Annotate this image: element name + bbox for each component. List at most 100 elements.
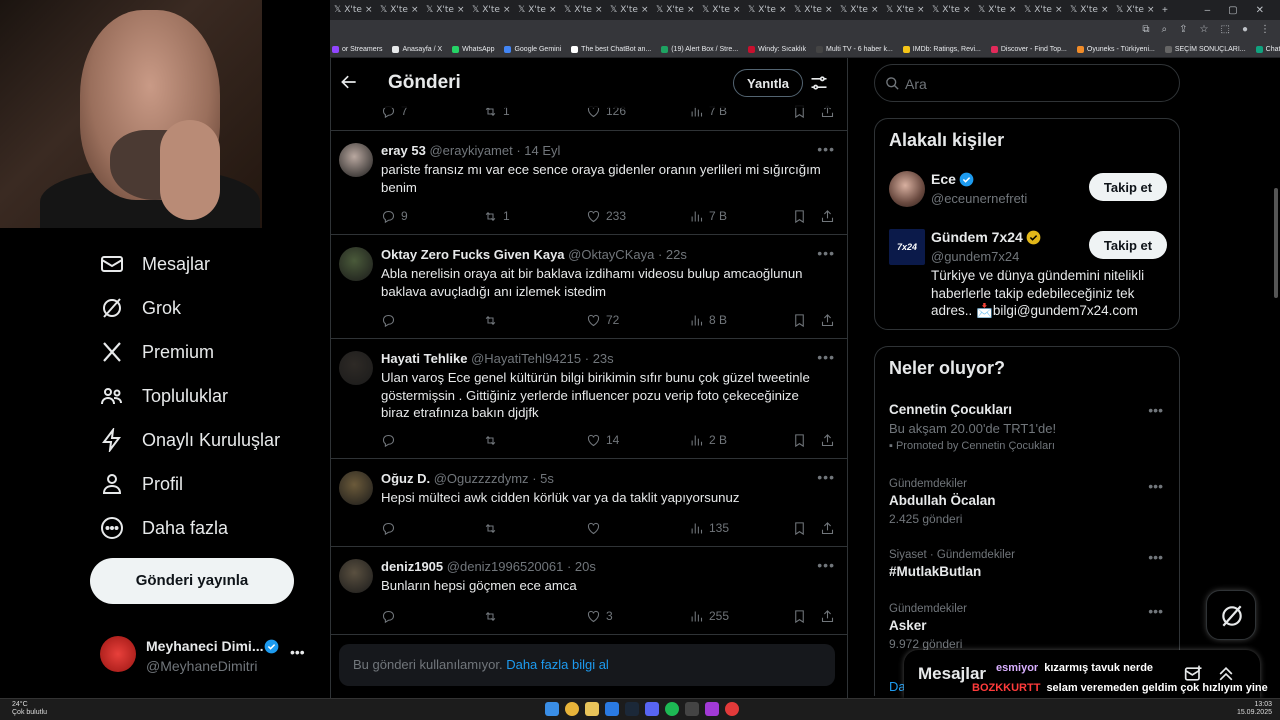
back-arrow-icon[interactable] — [339, 72, 359, 92]
tab-close-icon[interactable]: × — [1101, 5, 1109, 15]
share-action[interactable] — [820, 209, 835, 224]
expand-icon[interactable] — [1216, 664, 1236, 684]
browser-tab[interactable]: 𝕏 X'te × — [928, 5, 974, 15]
tweet-author-handle[interactable]: @deniz1996520061 — [447, 559, 564, 574]
browser-tab[interactable]: 𝕏 X'te × — [882, 5, 928, 15]
trend-more-icon[interactable]: ••• — [1148, 402, 1163, 418]
tweet-more-icon[interactable]: ••• — [817, 557, 835, 573]
nav-item-more[interactable]: Daha fazla — [100, 516, 228, 540]
share-action[interactable] — [820, 609, 835, 624]
browser-tab[interactable]: 𝕏 X'te × — [514, 5, 560, 15]
tab-close-icon[interactable]: × — [549, 5, 557, 15]
nav-item-premium[interactable]: Premium — [100, 340, 214, 364]
tab-close-icon[interactable]: × — [503, 5, 511, 15]
app-icon[interactable] — [605, 702, 619, 716]
tweet-time[interactable]: · 5s — [532, 471, 554, 486]
tweet-author-name[interactable]: Oktay Zero Fucks Given Kaya — [381, 247, 565, 262]
views-action[interactable]: 7 B — [689, 209, 727, 224]
bookmark-item[interactable]: IMDb: Ratings, Revi... — [902, 46, 981, 53]
tweet-author-name[interactable]: Oğuz D. — [381, 471, 430, 486]
avatar[interactable] — [339, 471, 373, 505]
close-icon[interactable]: ✕ — [1256, 5, 1264, 16]
browser-tab[interactable]: 𝕏 X'te × — [468, 5, 514, 15]
browser-tab[interactable]: 𝕏 X'te × — [422, 5, 468, 15]
browser-tab[interactable]: 𝕏 X'te × — [698, 5, 744, 15]
share-icon[interactable]: ⇪ — [1179, 24, 1187, 35]
profile-icon[interactable]: ● — [1242, 24, 1248, 35]
tab-close-icon[interactable]: × — [1147, 5, 1155, 15]
grok-floating-button[interactable] — [1206, 590, 1256, 640]
trend-more-icon[interactable]: ••• — [1148, 549, 1163, 565]
extensions-icon[interactable]: ⬚ — [1221, 24, 1230, 35]
reply-tweet[interactable]: Oğuz D. @Oguzzzzdymz · 5s ••• Hepsi mültec… — [331, 459, 847, 547]
browser-tab[interactable]: 𝕏 X'te × — [376, 5, 422, 15]
tweet-time[interactable]: · 22s — [658, 247, 687, 262]
menu-icon[interactable]: ⋮ — [1260, 24, 1270, 35]
bookmark-item[interactable]: Anasayfa / X — [392, 46, 442, 53]
bookmark-item[interactable]: Windy: Sıcaklık — [748, 46, 806, 53]
retweet-action[interactable] — [483, 433, 503, 448]
reply-tweet[interactable]: Oktay Zero Fucks Given Kaya @OktayCKaya … — [331, 235, 847, 339]
like-action[interactable]: 14 — [586, 433, 619, 448]
tab-close-icon[interactable]: × — [595, 5, 603, 15]
minimize-icon[interactable]: – — [1205, 5, 1211, 16]
app-icon[interactable] — [705, 702, 719, 716]
avatar[interactable] — [339, 143, 373, 177]
like-action[interactable]: 233 — [586, 209, 626, 224]
bookmark-item[interactable]: Multi TV - 6 haber k... — [816, 46, 893, 53]
trend-more-icon[interactable]: ••• — [1148, 603, 1163, 619]
weather-widget[interactable]: 24°C Çok bulutlu — [12, 701, 47, 717]
views-action[interactable]: 8 B — [689, 313, 727, 328]
maximize-icon[interactable]: ▢ — [1228, 5, 1237, 16]
app-icon[interactable] — [725, 702, 739, 716]
browser-tab[interactable]: 𝕏 X'te × — [1066, 5, 1112, 15]
tab-close-icon[interactable]: × — [457, 5, 465, 15]
tweet-author-name[interactable]: deniz1905 — [381, 559, 443, 574]
folder-icon[interactable] — [585, 702, 599, 716]
nav-item-messages[interactable]: Mesajlar — [100, 252, 210, 276]
tweet-author-handle[interactable]: @HayatiTehl94215 — [471, 351, 581, 366]
browser-tab[interactable]: 𝕏 X'te × — [1020, 5, 1066, 15]
nav-item-profile[interactable]: Profil — [100, 472, 183, 496]
nav-item-grok[interactable]: Grok — [100, 296, 181, 320]
tab-close-icon[interactable]: × — [825, 5, 833, 15]
tab-close-icon[interactable]: × — [779, 5, 787, 15]
tweet-more-icon[interactable]: ••• — [817, 469, 835, 485]
nav-item-verified-orgs[interactable]: Onaylı Kuruluşlar — [100, 428, 280, 452]
bookmark-action[interactable] — [792, 313, 807, 328]
bookmark-action[interactable] — [792, 609, 807, 624]
cast-icon[interactable]: ⧉ — [1142, 24, 1149, 35]
bookmark-action[interactable] — [792, 433, 807, 448]
reply-action[interactable] — [381, 313, 401, 328]
search-input[interactable]: Ara — [874, 64, 1180, 102]
bookmark-item[interactable]: WhatsApp — [452, 46, 494, 53]
tweet-more-icon[interactable]: ••• — [817, 141, 835, 157]
spotify-icon[interactable] — [665, 702, 679, 716]
tweet-more-icon[interactable]: ••• — [817, 349, 835, 365]
browser-tab[interactable]: 𝕏 X'te × — [1112, 5, 1158, 15]
tweet-time[interactable]: · 23s — [585, 351, 614, 366]
filter-icon[interactable] — [809, 73, 829, 93]
tweet-time[interactable]: · 14 Eyl — [516, 143, 560, 158]
like-action[interactable]: 72 — [586, 313, 619, 328]
browser-tab[interactable]: 𝕏 X'te × — [606, 5, 652, 15]
bookmark-item[interactable]: The best ChatBot an... — [571, 46, 651, 53]
reply-tweet[interactable]: eray 53 @eraykiyamet · 14 Eyl ••• pariste … — [331, 131, 847, 235]
reply-action[interactable]: 9 — [381, 209, 408, 224]
retweet-action[interactable] — [483, 521, 503, 536]
nav-item-communities[interactable]: Topluluklar — [100, 384, 228, 408]
reply-button[interactable]: Yanıtla — [733, 69, 803, 97]
bookmark-item[interactable]: ChatGPT — [1255, 46, 1280, 53]
reply-action[interactable] — [381, 521, 401, 536]
tab-close-icon[interactable]: × — [733, 5, 741, 15]
bookmark-item[interactable]: Discover - Find Top... — [990, 46, 1067, 53]
like-action[interactable]: 3 — [586, 609, 613, 624]
browser-tab[interactable]: 𝕏 X'te × — [790, 5, 836, 15]
page-scrollbar[interactable] — [1272, 58, 1280, 698]
bookmark-item[interactable]: (19) Alert Box / Stre... — [661, 46, 738, 53]
new-tab-icon[interactable]: + — [1158, 5, 1168, 16]
person-card[interactable]: 7x24 Gündem 7x24 @gundem7x24 Takip et Tü… — [889, 229, 1169, 319]
steam-icon[interactable] — [625, 702, 639, 716]
views-action[interactable]: 135 — [689, 521, 729, 536]
tab-close-icon[interactable]: × — [687, 5, 695, 15]
